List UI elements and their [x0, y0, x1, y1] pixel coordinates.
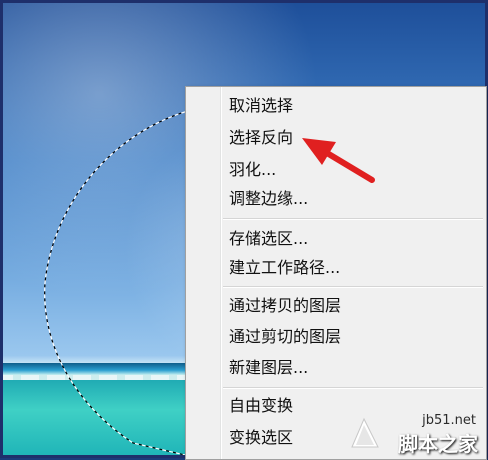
watermark-logo-icon	[351, 417, 379, 448]
watermark-name: 脚本之家	[398, 432, 478, 456]
red-arrow-icon	[302, 138, 375, 183]
watermark-site: jb51.net	[422, 413, 476, 428]
